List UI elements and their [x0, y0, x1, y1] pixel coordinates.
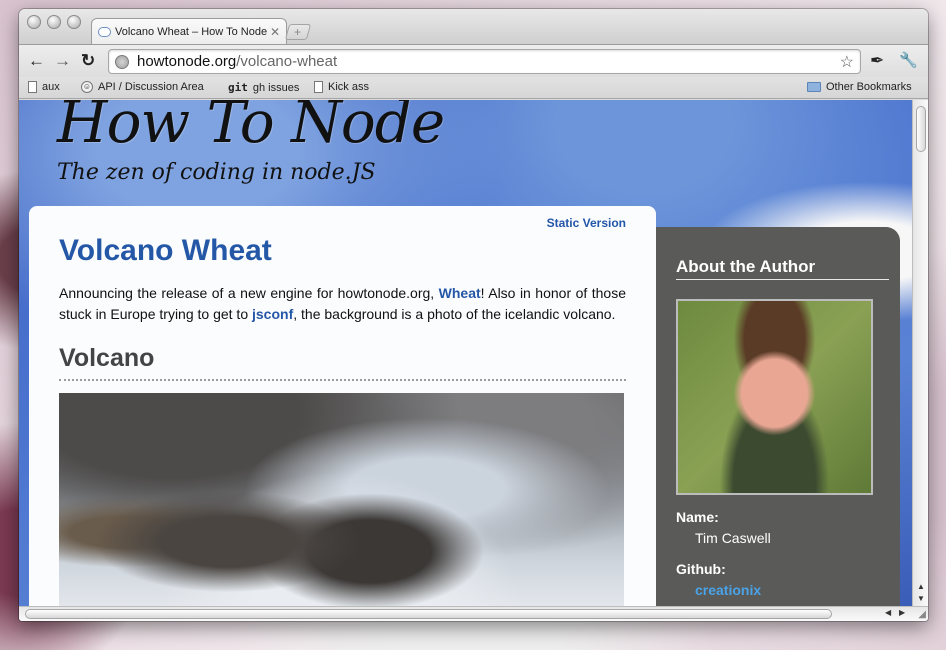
tab-strip: Volcano Wheat – How To Node ✕ +	[19, 9, 928, 45]
github-link[interactable]: creationix	[695, 582, 761, 598]
other-bookmarks[interactable]: Other Bookmarks	[807, 81, 912, 93]
git-icon: git	[228, 81, 248, 94]
folder-icon	[807, 82, 821, 92]
smile-icon: ☺	[81, 81, 93, 93]
page-icon	[28, 81, 37, 93]
scroll-left-icon[interactable]: ◀	[885, 608, 891, 617]
new-tab-button[interactable]: +	[284, 24, 312, 40]
article-card: Static Version Volcano Wheat Announcing …	[29, 206, 656, 606]
vertical-scrollbar[interactable]: ▲ ▼	[912, 100, 928, 606]
bookmark-gh-issues[interactable]: git gh issues	[228, 81, 299, 94]
site-title[interactable]: How To Node	[57, 100, 445, 156]
intro-text: Announcing the release of a new engine f…	[59, 285, 439, 301]
minimize-window-button[interactable]	[47, 15, 61, 29]
page-icon	[314, 81, 323, 93]
bookmark-label: gh issues	[252, 81, 300, 94]
article-intro: Announcing the release of a new engine f…	[59, 283, 626, 325]
page-viewport: How To Node The zen of coding in node.JS…	[19, 100, 912, 606]
page-menu-icon[interactable]: ✒	[870, 51, 884, 71]
back-arrow-icon[interactable]: ←	[28, 52, 45, 69]
tab-close-icon[interactable]: ✕	[270, 25, 280, 39]
other-bookmarks-label: Other Bookmarks	[826, 81, 912, 93]
scroll-down-icon[interactable]: ▼	[913, 594, 928, 603]
site-tagline: The zen of coding in node.JS	[57, 160, 376, 185]
window-controls	[27, 15, 81, 29]
article-title: Volcano Wheat	[59, 234, 272, 267]
section-heading: Volcano	[59, 344, 626, 381]
forward-arrow-icon[interactable]: →	[54, 52, 71, 69]
bookmark-label: API / Discussion Area	[98, 81, 204, 93]
vertical-scroll-thumb[interactable]	[916, 106, 926, 152]
wheat-link[interactable]: Wheat	[439, 285, 481, 301]
bookmark-kick-ass[interactable]: Kick ass	[314, 81, 369, 93]
plus-icon: +	[294, 25, 302, 39]
author-name: Tim Caswell	[695, 530, 771, 546]
scroll-right-icon[interactable]: ▶	[899, 608, 905, 617]
horizontal-scroll-thumb[interactable]	[25, 609, 832, 619]
tab-title: Volcano Wheat – How To Node	[115, 26, 267, 38]
scroll-up-icon[interactable]: ▲	[913, 582, 928, 591]
author-avatar	[676, 299, 873, 495]
bookmark-label: aux	[42, 81, 60, 93]
url-path: /volcano-wheat	[236, 53, 338, 70]
globe-icon	[115, 54, 129, 69]
tab-volcano-wheat[interactable]: Volcano Wheat – How To Node ✕	[91, 18, 287, 45]
intro-text: , the background is a photo of the icela…	[293, 306, 616, 322]
zoom-window-button[interactable]	[67, 15, 81, 29]
cloud-favicon-icon	[98, 27, 111, 37]
address-bar[interactable]: howtonode.org/volcano-wheat ☆	[108, 49, 861, 74]
bookmark-api-discussion[interactable]: ☺ API / Discussion Area	[81, 81, 211, 93]
horizontal-scrollbar[interactable]: ◀ ▶ ◢	[19, 606, 928, 621]
toolbar: ← → ↻ howtonode.org/volcano-wheat ☆ ✒ 🔧	[19, 44, 928, 77]
url-host: howtonode.org	[137, 53, 237, 70]
jsconf-link[interactable]: jsconf	[252, 306, 293, 322]
bookmark-label: Kick ass	[328, 81, 369, 93]
bookmark-star-icon[interactable]: ☆	[840, 52, 854, 72]
reload-icon[interactable]: ↻	[81, 52, 95, 69]
bookmark-aux[interactable]: aux	[28, 81, 60, 93]
close-window-button[interactable]	[27, 15, 41, 29]
sidebar-heading: About the Author	[676, 257, 889, 280]
name-label: Name:	[676, 509, 719, 525]
github-label: Github:	[676, 561, 726, 577]
static-version-link[interactable]: Static Version	[547, 216, 626, 230]
bookmarks-bar: aux ☺ API / Discussion Area git gh issue…	[19, 77, 928, 99]
wrench-icon[interactable]: 🔧	[899, 51, 918, 69]
resize-grip-icon[interactable]: ◢	[918, 609, 926, 620]
volcano-photo	[59, 393, 624, 606]
author-sidebar: About the Author Name: Tim Caswell Githu…	[656, 227, 900, 606]
browser-window: Volcano Wheat – How To Node ✕ + ← → ↻ ho…	[19, 9, 928, 621]
